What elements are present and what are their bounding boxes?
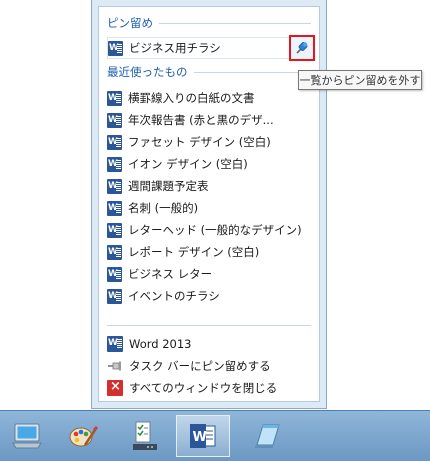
recent-item[interactable]: イオン デザイン (空白) bbox=[107, 153, 309, 175]
word-document-icon bbox=[107, 266, 122, 282]
recent-item-label: イベントのチラシ bbox=[128, 289, 220, 303]
recent-item-label: レターヘッド (一般的なデザイン) bbox=[128, 223, 302, 237]
taskbar: W bbox=[0, 410, 430, 461]
header-divider bbox=[159, 22, 311, 24]
task-label: タスク バーにピン留めする bbox=[129, 359, 271, 373]
taskbar-task-manager[interactable] bbox=[118, 415, 172, 457]
recent-item[interactable]: レターヘッド (一般的なデザイン) bbox=[107, 219, 309, 241]
taskbar-computer[interactable] bbox=[0, 415, 54, 457]
word-document-icon bbox=[107, 112, 122, 128]
pinned-item-label: ビジネス用チラシ bbox=[129, 41, 221, 55]
word-icon bbox=[107, 336, 123, 352]
jump-list: ピン留め ビジネス用チラシ 最近使ったもの 横罫線入りの白紙の文書 bbox=[91, 0, 327, 409]
recent-item[interactable]: 週間課題予定表 bbox=[107, 175, 309, 197]
recent-item[interactable]: 年次報告書 (赤と黒のデザ... bbox=[107, 109, 309, 131]
task-label: Word 2013 bbox=[129, 337, 192, 351]
word-document-icon bbox=[107, 200, 122, 216]
word-document-icon bbox=[107, 156, 122, 172]
tasks-divider bbox=[107, 325, 311, 326]
word-document-icon bbox=[107, 178, 122, 194]
word-icon: W bbox=[190, 424, 216, 448]
taskbar-word[interactable]: W bbox=[176, 415, 230, 457]
word-document-icon bbox=[108, 40, 123, 56]
task-pin-to-taskbar[interactable]: タスク バーにピン留めする bbox=[107, 355, 311, 377]
word-document-icon bbox=[107, 90, 122, 106]
header-divider bbox=[193, 71, 311, 73]
recent-item-label: レポート デザイン (空白) bbox=[128, 245, 260, 259]
recent-item[interactable]: ファセット デザイン (空白) bbox=[107, 131, 309, 153]
recent-item-label: 年次報告書 (赤と黒のデザ... bbox=[128, 113, 274, 127]
task-label: すべてのウィンドウを閉じる bbox=[129, 381, 278, 395]
recent-item-label: 名刺 (一般的) bbox=[128, 201, 199, 215]
pin-icon bbox=[107, 358, 123, 374]
task-manager-icon bbox=[133, 421, 157, 450]
recent-item-label: 横罫線入りの白紙の文書 bbox=[128, 91, 255, 105]
recent-item[interactable]: レポート デザイン (空白) bbox=[107, 241, 309, 263]
pinned-section-header: ピン留め bbox=[107, 15, 311, 31]
svg-text:W: W bbox=[193, 430, 207, 445]
taskbar-notepad[interactable] bbox=[240, 415, 294, 457]
recent-item[interactable]: ビジネス レター bbox=[107, 263, 309, 285]
unpin-tooltip: 一覧からピン留めを外す bbox=[298, 70, 422, 90]
recent-header-label: 最近使ったもの bbox=[107, 65, 188, 79]
notepad-icon bbox=[255, 424, 280, 448]
jump-list-panel: ピン留め ビジネス用チラシ 最近使ったもの 横罫線入りの白紙の文書 bbox=[98, 6, 320, 402]
recent-item-label: 週間課題予定表 bbox=[128, 179, 209, 193]
task-close-all-windows[interactable]: すべてのウィンドウを閉じる bbox=[107, 377, 311, 399]
recent-item[interactable]: 名刺 (一般的) bbox=[107, 197, 309, 219]
recent-item[interactable]: イベントのチラシ bbox=[107, 285, 309, 307]
word-document-icon bbox=[107, 222, 122, 238]
pin-icon bbox=[296, 42, 308, 54]
word-document-icon bbox=[107, 134, 122, 150]
word-document-icon bbox=[107, 288, 122, 304]
taskbar-paint[interactable] bbox=[56, 415, 110, 457]
task-open-word[interactable]: Word 2013 bbox=[107, 333, 311, 355]
pinned-header-label: ピン留め bbox=[107, 16, 153, 30]
recent-section-header: 最近使ったもの bbox=[107, 64, 311, 80]
paint-icon bbox=[69, 425, 99, 447]
recent-item[interactable]: 横罫線入りの白紙の文書 bbox=[107, 87, 309, 109]
recent-item-label: イオン デザイン (空白) bbox=[128, 157, 248, 171]
close-window-icon bbox=[107, 379, 123, 396]
computer-icon bbox=[12, 423, 42, 449]
unpin-button[interactable] bbox=[289, 35, 315, 61]
word-document-icon bbox=[107, 244, 122, 260]
recent-item-label: ファセット デザイン (空白) bbox=[128, 135, 271, 149]
pinned-item[interactable]: ビジネス用チラシ bbox=[107, 37, 309, 59]
recent-item-label: ビジネス レター bbox=[128, 267, 213, 281]
